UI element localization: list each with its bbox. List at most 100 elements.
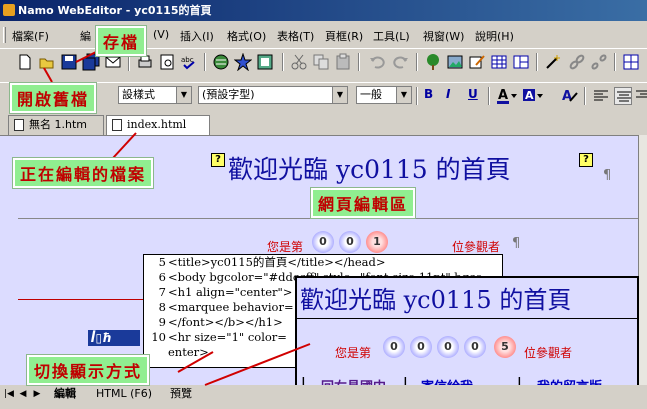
toolbar-separator [358, 53, 360, 71]
tab-edit-view[interactable]: 編輯 [54, 387, 76, 401]
font-size-value: 一般 [360, 88, 382, 101]
browser-preview[interactable]: 歡迎光臨 yc0115 的首頁 您是第 0 0 0 0 5 位參觀者 | 回右昌… [295, 276, 639, 399]
callout-page-edit-area: 網頁編輯區 [309, 187, 417, 219]
unknown-tag-icon[interactable]: ? [579, 153, 593, 167]
first-tab-icon[interactable]: |◀ [4, 389, 14, 401]
grid-icon[interactable] [622, 53, 640, 71]
align-right-icon[interactable] [636, 87, 647, 105]
edit-image-icon[interactable] [468, 53, 486, 71]
magic-wand-icon[interactable] [544, 53, 562, 71]
preview-visitor-suffix: 位參觀者 [524, 346, 573, 360]
toolbar-separator [204, 53, 206, 71]
callout-editing-file: 正在編輯的檔案 [11, 157, 155, 189]
menu-help[interactable]: 說明(H) [475, 28, 514, 44]
callout-open-old: 開啟舊檔 [8, 82, 98, 114]
italic-button[interactable]: I [446, 87, 450, 101]
toolbar-separator [488, 87, 490, 105]
toolbar-separator [584, 87, 586, 105]
tab-label: 無名 1.htm [29, 118, 87, 131]
tree-icon[interactable] [424, 53, 442, 71]
unlink-icon[interactable] [590, 53, 608, 71]
chevron-down-icon[interactable]: ▼ [332, 87, 347, 103]
tab-untitled[interactable]: 無名 1.htm [8, 115, 104, 135]
menu-file[interactable]: 檔案(F) [12, 28, 49, 44]
callout-save: 存檔 [94, 25, 148, 57]
table-icon[interactable] [490, 53, 508, 71]
clear-format-icon[interactable]: A [560, 87, 578, 105]
globe-icon[interactable] [212, 53, 230, 71]
font-size-select[interactable]: 一般 ▼ [356, 86, 412, 104]
new-file-icon[interactable] [16, 53, 34, 71]
menu-view[interactable]: (V) [153, 28, 169, 41]
highlight-color-icon[interactable]: A [522, 87, 543, 105]
preview-horizontal-rule [297, 318, 637, 319]
align-center-icon[interactable] [614, 87, 632, 105]
counter-digit: 1 [366, 231, 388, 253]
spellcheck-icon[interactable]: abc [180, 53, 198, 71]
horizontal-rule[interactable] [18, 218, 647, 219]
tab-index-html[interactable]: index.html [106, 115, 210, 135]
save-icon[interactable] [60, 53, 78, 71]
preview-counter-digit: 0 [464, 336, 486, 358]
marquee-banner[interactable]: ꟾ▯ħ [88, 330, 140, 346]
menu-tools[interactable]: 工具(L) [373, 28, 410, 44]
pilcrow-mark: ¶ [603, 168, 612, 183]
print-preview-icon[interactable] [158, 53, 176, 71]
bold-button[interactable]: B [424, 87, 433, 101]
paste-icon[interactable] [334, 53, 352, 71]
copy-icon[interactable] [312, 53, 330, 71]
view-mode-tabs: |◀ ◀ ▶ 編輯 HTML (F6) 預覽 [0, 385, 647, 405]
toolbar-separator [536, 53, 538, 71]
tab-preview-view[interactable]: 預覽 [170, 387, 192, 401]
font-family-value: (預設字型) [202, 88, 255, 101]
chevron-down-icon[interactable]: ▼ [176, 87, 191, 103]
font-family-select[interactable]: (預設字型) ▼ [198, 86, 348, 104]
publish-icon[interactable] [233, 52, 253, 72]
font-color-icon[interactable]: A [496, 87, 517, 105]
image-icon[interactable] [446, 53, 464, 71]
toolbar-separator [416, 87, 418, 105]
menu-frame[interactable]: 頁框(R) [325, 28, 363, 44]
paragraph-style-select[interactable]: 設樣式 ▼ [118, 86, 192, 104]
menu-grip[interactable] [3, 27, 6, 43]
toolbar-separator [416, 53, 418, 71]
menu-edit[interactable]: 編 [80, 28, 91, 44]
preview-heading: 歡迎光臨 yc0115 的首頁 [300, 286, 572, 314]
underline-button[interactable]: U [468, 87, 478, 101]
window-title-bar: Namo WebEditor - yc0115的首頁 [0, 0, 647, 21]
marquee-text: ꟾ▯ħ [91, 331, 112, 345]
preview-counter-digit: 0 [437, 336, 459, 358]
menu-format[interactable]: 格式(O) [227, 28, 266, 44]
callout-switch-view: 切換顯示方式 [25, 354, 151, 386]
open-file-icon[interactable] [38, 53, 56, 71]
tab-label: index.html [127, 118, 187, 131]
format-toolbar: 設樣式 ▼ (預設字型) ▼ 一般 ▼ B I U A A A [0, 82, 647, 108]
document-icon [112, 119, 122, 131]
tab-html-view[interactable]: HTML (F6) [96, 387, 152, 401]
next-tab-icon[interactable]: ▶ [32, 389, 42, 401]
chevron-down-icon[interactable]: ▼ [396, 87, 411, 103]
menu-insert[interactable]: 插入(I) [180, 28, 214, 44]
document-tabs: 無名 1.htm index.html [0, 113, 647, 135]
undo-icon[interactable] [368, 53, 386, 71]
cut-icon[interactable] [290, 53, 308, 71]
menu-table[interactable]: 表格(T) [277, 28, 314, 44]
app-icon [3, 4, 15, 16]
preview-counter-digit: 5 [494, 336, 516, 358]
counter-digit: 0 [339, 231, 361, 253]
page-heading[interactable]: 歡迎光臨 yc0115 的首頁 [228, 150, 511, 186]
menu-window[interactable]: 視窗(W) [423, 28, 464, 44]
toolbar-separator [282, 53, 284, 71]
prev-tab-icon[interactable]: ◀ [18, 389, 28, 401]
site-manager-icon[interactable] [256, 53, 274, 71]
unknown-tag-icon[interactable]: ? [211, 153, 225, 167]
link-icon[interactable] [568, 53, 586, 71]
editor-scrollbar[interactable] [638, 135, 647, 385]
align-left-icon[interactable] [592, 87, 610, 105]
preview-visitor-prefix: 您是第 [335, 346, 372, 360]
counter-digit: 0 [312, 231, 334, 253]
svg-text:A: A [562, 89, 572, 104]
visitor-suffix: 位參觀者 [452, 240, 501, 254]
frame-icon[interactable] [512, 53, 530, 71]
redo-icon[interactable] [392, 53, 410, 71]
